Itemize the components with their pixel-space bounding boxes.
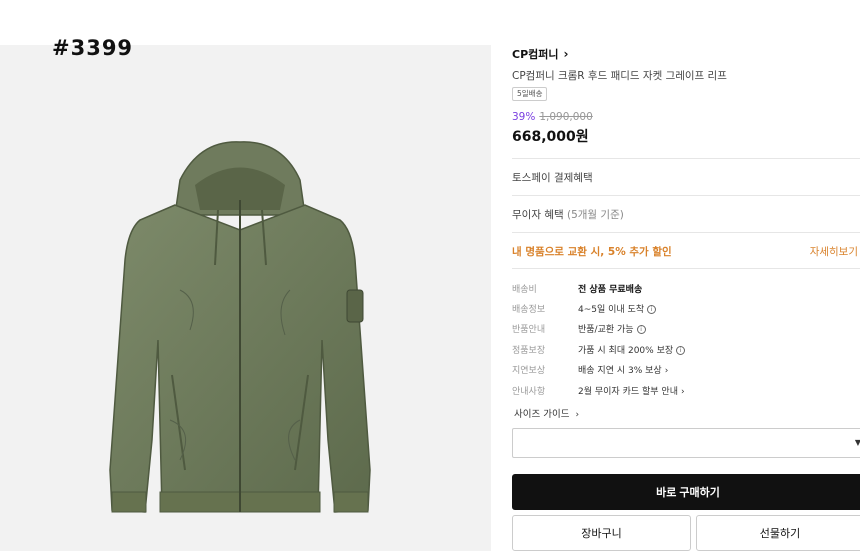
chevron-right-icon: › — [575, 410, 580, 420]
spec-value-wrap: 4~5일 이내 도착 i — [578, 302, 657, 315]
size-guide-label: 사이즈 가이드 — [514, 409, 570, 420]
product-page: #3399 CP컴퍼니 › CP컴퍼니 크롬R 후드 패디드 자켓 그레이프 리… — [0, 0, 860, 551]
interest-free-benefit[interactable]: 무이자 혜택 (5개월 기준) — [512, 207, 624, 222]
spec-value-wrap: 2월 무이자 카드 할부 안내 › — [578, 384, 685, 397]
divider — [512, 195, 860, 196]
spec-key: 반품안내 — [512, 325, 546, 335]
chevron-right-icon: › — [664, 366, 669, 376]
spec-value: 2월 무이자 카드 할부 안내 — [578, 387, 678, 397]
info-icon[interactable]: i — [676, 346, 686, 355]
spec-value: 가품 시 최대 200% 보장 — [578, 346, 674, 356]
spec-value: 4~5일 이내 도착 — [578, 305, 645, 315]
delivery-tag: 5일배송 — [512, 87, 548, 101]
product-info-panel: CP컴퍼니 › CP컴퍼니 크롬R 후드 패디드 자켓 그레이프 리프 5일배송… — [512, 0, 860, 551]
spec-value: 배송 지연 시 3% 보상 — [578, 366, 662, 376]
product-image[interactable] — [0, 45, 491, 551]
interest-free-label: 무이자 혜택 — [512, 209, 564, 221]
caret-down-icon: ▼ — [854, 438, 860, 447]
trade-in-promo: 내 명품으로 교환 시, 5% 추가 할인 — [512, 246, 672, 258]
size-guide-link[interactable]: 사이즈 가이드 › — [514, 406, 579, 420]
original-price: 1,090,000 — [539, 111, 593, 123]
product-title: CP컴퍼니 크롬R 후드 패디드 자켓 그레이프 리프 — [512, 70, 727, 82]
divider — [512, 158, 860, 159]
listing-id: #3399 — [52, 36, 134, 60]
buy-now-button[interactable]: 바로 구매하기 — [512, 474, 860, 510]
brand-name: CP컴퍼니 — [512, 48, 559, 61]
chevron-right-icon: › — [680, 387, 685, 397]
info-icon[interactable]: i — [647, 305, 657, 314]
discount-row: 39% 1,090,000 — [512, 111, 593, 123]
jacket-illustration — [109, 141, 371, 513]
brand-link[interactable]: CP컴퍼니 › — [512, 46, 568, 62]
discount-rate: 39% — [512, 111, 536, 123]
interest-free-note: (5개월 기준) — [566, 209, 624, 221]
spec-value-wrap: 반품/교환 가능 i — [578, 322, 646, 335]
spec-key: 지연보상 — [512, 366, 546, 376]
spec-key: 배송정보 — [512, 305, 546, 315]
divider — [512, 268, 860, 269]
add-to-cart-button[interactable]: 장바구니 — [512, 515, 691, 551]
info-icon[interactable]: i — [636, 325, 646, 334]
spec-value-wrap: 배송 지연 시 3% 보상 › — [578, 363, 668, 376]
gift-button[interactable]: 선물하기 — [696, 515, 860, 551]
spec-key: 정품보장 — [512, 346, 546, 356]
divider — [512, 232, 860, 233]
spec-value-wrap: 가품 시 최대 200% 보장 i — [578, 343, 686, 356]
trade-in-detail-link[interactable]: 자세히보기 — [810, 244, 858, 259]
sale-price: 668,000원 — [512, 129, 589, 145]
size-select[interactable]: ▼ — [512, 428, 860, 458]
spec-key: 안내사항 — [512, 387, 546, 397]
spec-value: 반품/교환 가능 — [578, 325, 634, 335]
toss-benefit[interactable]: 토스페이 결제혜택 — [512, 170, 593, 185]
spec-key: 배송비 — [512, 285, 537, 295]
chevron-right-icon: › — [563, 47, 569, 61]
spec-value: 전 상품 무료배송 — [578, 285, 643, 295]
